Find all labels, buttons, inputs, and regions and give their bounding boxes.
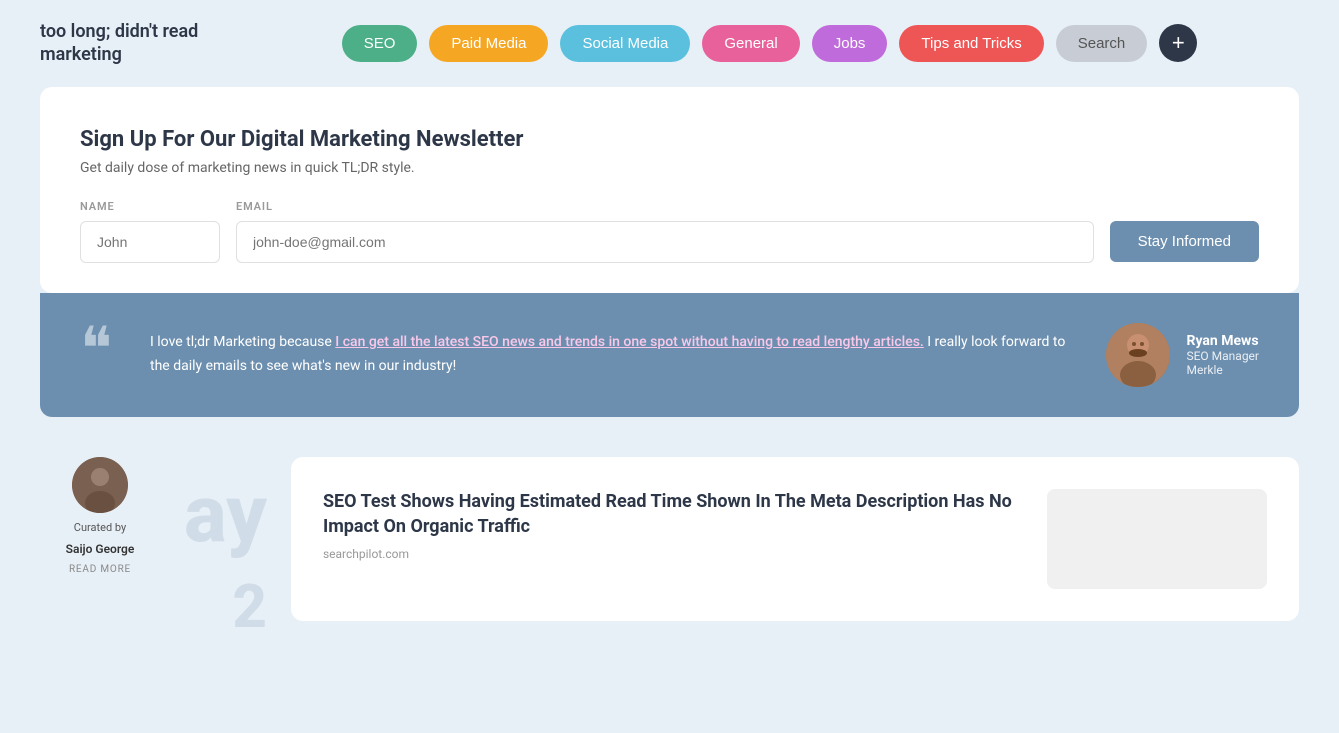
author-info: Ryan Mews SEO Manager Merkle bbox=[1186, 333, 1259, 377]
curator-name: Saijo George bbox=[66, 542, 135, 556]
bottom-section: Curated by Saijo George READ MORE ay 2 S… bbox=[40, 457, 1299, 642]
article-source: searchpilot.com bbox=[323, 547, 1027, 561]
article-content: SEO Test Shows Having Estimated Read Tim… bbox=[323, 489, 1027, 589]
newsletter-card: Sign Up For Our Digital Marketing Newsle… bbox=[40, 87, 1299, 293]
logo-line2: marketing bbox=[40, 44, 122, 65]
nav-tips-and-tricks[interactable]: Tips and Tricks bbox=[899, 25, 1043, 62]
nav-paid-media[interactable]: Paid Media bbox=[429, 25, 548, 62]
email-input[interactable] bbox=[236, 221, 1094, 263]
curator-avatar bbox=[72, 457, 128, 513]
read-more-link[interactable]: READ MORE bbox=[69, 564, 131, 575]
author-name: Ryan Mews bbox=[1186, 333, 1259, 349]
email-label: EMAIL bbox=[236, 200, 1259, 213]
nav-general[interactable]: General bbox=[702, 25, 799, 62]
stay-informed-button[interactable]: Stay Informed bbox=[1110, 221, 1259, 262]
newsletter-title: Sign Up For Our Digital Marketing Newsle… bbox=[80, 127, 1259, 152]
author-title: SEO Manager bbox=[1186, 349, 1259, 363]
decorative-text: ay bbox=[184, 467, 267, 561]
nav-seo[interactable]: SEO bbox=[342, 25, 418, 62]
navigation: SEO Paid Media Social Media General Jobs… bbox=[240, 24, 1299, 62]
testimonial-text-highlighted: I can get all the latest SEO news and tr… bbox=[335, 334, 924, 350]
main-content: Sign Up For Our Digital Marketing Newsle… bbox=[0, 87, 1339, 682]
signup-form: Stay Informed bbox=[80, 221, 1259, 263]
article-title[interactable]: SEO Test Shows Having Estimated Read Tim… bbox=[323, 489, 1027, 539]
logo-line1: too long; didn't read bbox=[40, 21, 198, 42]
name-label: NAME bbox=[80, 200, 220, 213]
newsletter-subtitle: Get daily dose of marketing news in quic… bbox=[80, 160, 1259, 176]
author-avatar bbox=[1106, 323, 1170, 387]
nav-jobs[interactable]: Jobs bbox=[812, 25, 888, 62]
quote-icon: ❝ bbox=[80, 319, 130, 379]
testimonial-author: Ryan Mews SEO Manager Merkle bbox=[1106, 323, 1259, 387]
name-input[interactable] bbox=[80, 221, 220, 263]
nav-plus-button[interactable]: + bbox=[1159, 24, 1197, 62]
testimonial-section: ❝ I love tl;dr Marketing because I can g… bbox=[40, 293, 1299, 417]
article-card: SEO Test Shows Having Estimated Read Tim… bbox=[291, 457, 1299, 621]
author-company: Merkle bbox=[1186, 363, 1259, 377]
logo: too long; didn't read marketing bbox=[40, 20, 220, 67]
testimonial-text: I love tl;dr Marketing because I can get… bbox=[150, 331, 1086, 379]
nav-search[interactable]: Search bbox=[1056, 25, 1148, 62]
curator-label: Curated by bbox=[74, 521, 126, 534]
curator-section: Curated by Saijo George READ MORE bbox=[40, 457, 160, 575]
article-number: 2 bbox=[184, 571, 267, 642]
testimonial-text-before: I love tl;dr Marketing because bbox=[150, 334, 335, 350]
article-image bbox=[1047, 489, 1267, 589]
header: too long; didn't read marketing SEO Paid… bbox=[0, 0, 1339, 87]
nav-social-media[interactable]: Social Media bbox=[560, 25, 690, 62]
